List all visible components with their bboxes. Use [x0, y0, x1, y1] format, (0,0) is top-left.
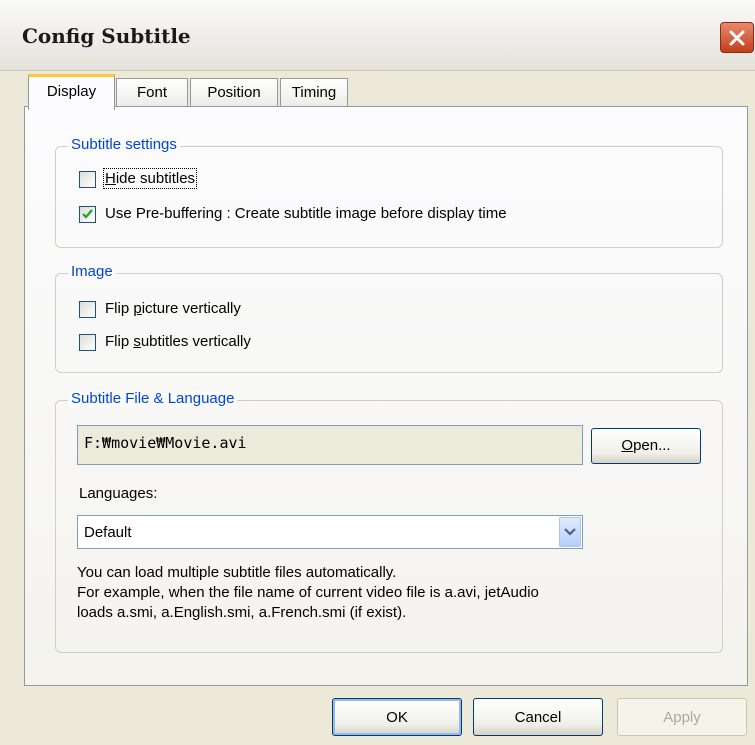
tab-display[interactable]: Display — [28, 74, 115, 110]
chevron-down-icon — [564, 528, 576, 536]
languages-dropdown-button[interactable] — [559, 517, 581, 547]
flip-picture-checkbox[interactable] — [79, 301, 96, 318]
tab-position-label: Position — [207, 84, 261, 101]
apply-button[interactable]: Apply — [617, 698, 747, 736]
tab-font-label: Font — [136, 84, 167, 101]
subtitle-file-path-field[interactable]: F:₩movie₩Movie.avi — [77, 425, 583, 465]
subtitle-settings-group: Subtitle settings — [55, 136, 723, 248]
close-button[interactable] — [720, 22, 754, 53]
dialog-title: Config Subtitle — [22, 24, 191, 48]
info-line-2: For example, when the file name of curre… — [77, 584, 539, 601]
prebuffering-checkbox[interactable] — [79, 206, 96, 223]
flip-picture-mnemonic: p — [133, 300, 142, 317]
open-mnemonic: O — [621, 437, 634, 454]
tab-font[interactable]: Font — [116, 78, 188, 108]
tab-position[interactable]: Position — [190, 78, 278, 108]
ok-button[interactable]: OK — [332, 698, 462, 736]
flip-subtitles-checkbox[interactable] — [79, 334, 96, 351]
flip-subtitles-rest: ubtitles vertically — [140, 333, 251, 350]
hide-subtitles-label[interactable]: Hide subtitles — [102, 168, 198, 189]
flip-picture-rest: icture vertically — [141, 300, 241, 317]
subtitle-settings-legend: Subtitle settings — [68, 136, 180, 153]
tab-display-label: Display — [46, 83, 97, 100]
checkmark-icon — [82, 209, 93, 219]
info-line-1: You can load multiple subtitle files aut… — [77, 564, 397, 581]
hide-mnemonic: H — [105, 170, 116, 187]
image-group: Image — [55, 263, 723, 373]
flip-subtitles-mnemonic: s — [133, 333, 141, 350]
languages-selected-value: Default — [84, 524, 132, 541]
flip-subtitles-label[interactable]: Flip subtitles vertically — [105, 333, 251, 350]
hide-rest: ide subtitles — [115, 170, 196, 187]
tab-panel-display: Subtitle settings Hide subtitles Use Pre… — [24, 106, 748, 686]
config-subtitle-dialog: Config Subtitle Display Font Position Ti… — [0, 0, 755, 745]
tab-timing-label: Timing — [291, 84, 337, 101]
hide-subtitles-checkbox[interactable] — [79, 171, 96, 188]
prebuffering-label[interactable]: Use Pre-buffering : Create subtitle imag… — [105, 205, 507, 222]
flip-picture-pre: Flip — [105, 300, 134, 317]
close-icon — [729, 30, 745, 46]
cancel-button[interactable]: Cancel — [473, 698, 603, 736]
flip-picture-label[interactable]: Flip picture vertically — [105, 300, 241, 317]
tab-timing[interactable]: Timing — [280, 78, 348, 108]
info-line-3: loads a.smi, a.English.smi, a.French.smi… — [77, 604, 407, 621]
title-bar[interactable]: Config Subtitle — [0, 0, 755, 71]
languages-label: Languages: — [79, 485, 158, 502]
image-legend: Image — [68, 263, 116, 280]
info-text: You can load multiple subtitle files aut… — [77, 563, 717, 623]
open-button[interactable]: Open... — [591, 428, 701, 464]
languages-select[interactable]: Default — [77, 515, 583, 549]
subtitle-file-language-legend: Subtitle File & Language — [68, 390, 238, 407]
flip-subtitles-pre: Flip — [105, 333, 134, 350]
open-rest: pen... — [633, 437, 671, 454]
